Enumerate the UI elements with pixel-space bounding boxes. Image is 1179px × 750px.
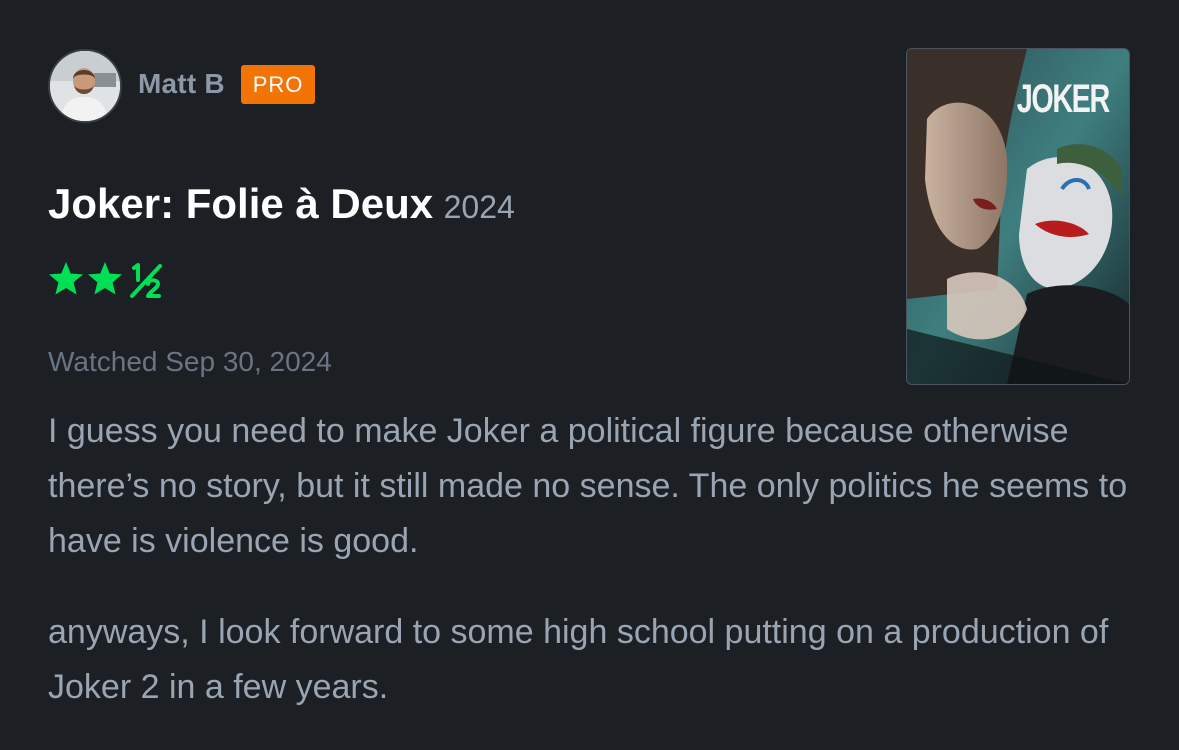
film-heading: Joker: Folie à Deux 2024 bbox=[48, 180, 515, 228]
star-icon bbox=[88, 262, 122, 295]
avatar-image bbox=[50, 51, 120, 121]
half-star-icon bbox=[130, 263, 162, 298]
film-title[interactable]: Joker: Folie à Deux bbox=[48, 180, 433, 227]
review-header: Matt B PRO bbox=[48, 48, 316, 124]
film-year[interactable]: 2024 bbox=[444, 189, 515, 225]
poster-title: JOKER bbox=[1016, 77, 1110, 121]
star-icon bbox=[49, 262, 83, 295]
review-paragraph: anyways, I look forward to some high sch… bbox=[48, 613, 1109, 706]
avatar[interactable] bbox=[48, 49, 122, 123]
pro-badge: PRO bbox=[240, 64, 316, 104]
review-card: Matt B PRO Joker: Folie à Deux 2024 Watc… bbox=[0, 0, 1179, 750]
username[interactable]: Matt B bbox=[138, 68, 225, 100]
watched-date: Watched Sep 30, 2024 bbox=[48, 346, 332, 377]
star-rating bbox=[48, 258, 172, 302]
review-body: I guess you need to make Joker a politic… bbox=[48, 404, 1138, 750]
review-paragraph: I guess you need to make Joker a politic… bbox=[48, 412, 1128, 560]
rating-stars bbox=[49, 262, 162, 298]
film-poster[interactable]: JOKER bbox=[906, 48, 1130, 385]
